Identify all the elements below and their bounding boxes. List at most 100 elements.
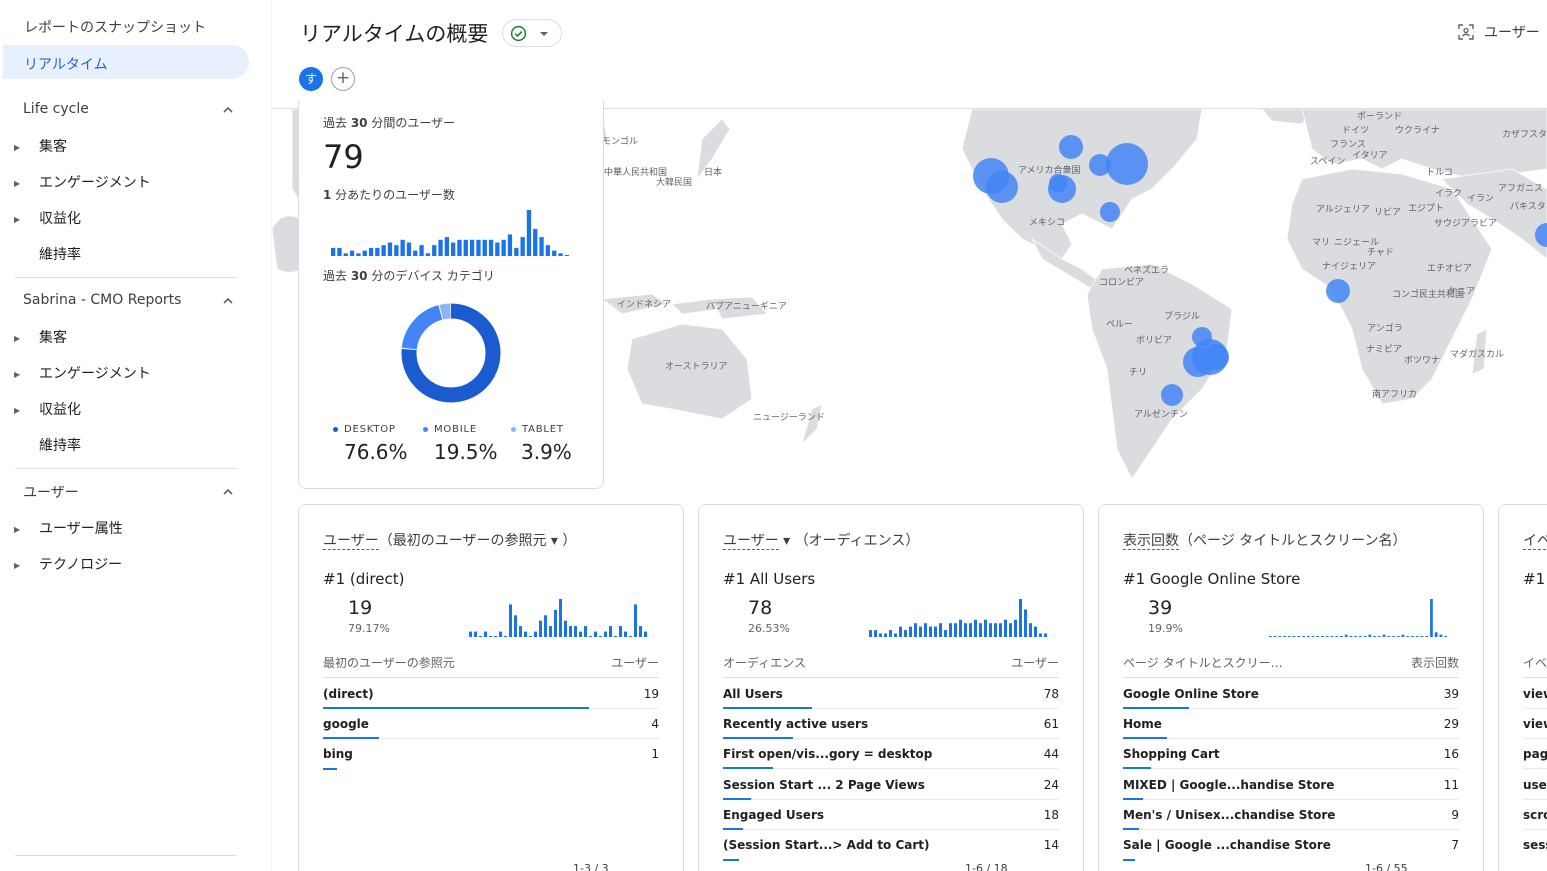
table-row[interactable]: Session Start ... 2 Page Views 24 <box>723 770 1059 800</box>
bar-mark <box>624 631 627 637</box>
bar-mark <box>1359 636 1362 637</box>
bar-mark <box>349 250 355 256</box>
bar-mark <box>919 626 922 637</box>
table-row[interactable]: Home 29 <box>1123 709 1459 739</box>
caret-right-icon: ▶ <box>14 214 21 224</box>
pagination[interactable]: 1-6 / 55 <box>1365 862 1408 871</box>
table-row[interactable]: google 4 <box>323 709 659 739</box>
check-circle-icon <box>510 25 527 42</box>
bar-mark <box>1392 636 1395 637</box>
bar-mark <box>1373 636 1376 637</box>
bar-mark <box>959 619 962 637</box>
bar-mark <box>1283 636 1286 637</box>
table-row[interactable]: Google Online Store 39 <box>1123 679 1459 709</box>
table-row[interactable]: view <box>1523 679 1547 709</box>
table-row[interactable]: page <box>1523 739 1547 769</box>
table-row[interactable]: scro <box>1523 800 1547 830</box>
bar-mark <box>574 626 577 637</box>
chevron-up-icon[interactable] <box>220 102 236 118</box>
table-row[interactable]: Shopping Cart 16 <box>1123 739 1459 769</box>
sidebar-item-report-snapshot[interactable]: レポートのスナップショット <box>24 17 206 37</box>
table-row[interactable]: (Session Start...> Add to Cart) 14 <box>723 830 1059 861</box>
table-row[interactable]: (direct) 19 <box>323 679 659 709</box>
table-row[interactable]: Men's / Unisex...chandise Store 9 <box>1123 800 1459 830</box>
bar-mark <box>444 237 449 256</box>
sidebar-item-engagement[interactable]: ▶ エンゲージメント <box>14 172 151 192</box>
bar-mark <box>501 239 506 256</box>
bar-mark <box>432 245 437 256</box>
pagination[interactable]: 1-6 / 18 <box>965 862 1008 871</box>
bar-mark <box>1349 636 1353 637</box>
bar-mark <box>1004 619 1007 637</box>
sidebar-item-retention[interactable]: 維持率 <box>39 244 81 264</box>
bar-mark <box>495 242 500 256</box>
card-title[interactable]: ユーザー（最初のユーザーの参照元 ▾ ） <box>323 530 576 550</box>
table-row[interactable]: sess <box>1523 830 1547 860</box>
table-row[interactable]: bing 1 <box>323 739 659 770</box>
sidebar-item-tech[interactable]: ▶ テクノロジー <box>14 554 122 574</box>
sidebar-item-retention[interactable]: 維持率 <box>39 435 81 455</box>
bar-mark <box>419 245 424 256</box>
table-row[interactable]: Recently active users 61 <box>723 709 1059 739</box>
bar-mark <box>899 626 902 637</box>
users-30min-label: 過去 30 分間のユーザー <box>323 116 456 130</box>
table-row[interactable]: view <box>1523 709 1547 739</box>
sidebar-item-monetization[interactable]: ▶ 収益化 <box>14 399 81 419</box>
caret-right-icon: ▶ <box>14 142 21 152</box>
card-top-value: 78 <box>748 597 773 619</box>
bar-mark <box>1044 633 1047 637</box>
chevron-up-icon[interactable] <box>220 293 236 309</box>
bar-mark <box>469 239 475 256</box>
sidebar-item-acquisition[interactable]: ▶ 集客 <box>14 136 67 156</box>
bar-mark <box>489 636 492 637</box>
card-top-item: #1 (direct) <box>323 570 405 588</box>
bar-mark <box>1302 636 1305 637</box>
bar-mark <box>539 620 542 637</box>
sidebar-section-cmo-reports[interactable]: Sabrina - CMO Reports <box>23 292 181 308</box>
sidebar: レポートのスナップショット リアルタイム Life cycle ▶ 集客 ▶ エンゲ… <box>0 0 272 871</box>
bar-mark <box>869 630 872 637</box>
bar-mark <box>569 626 572 637</box>
tablet-share: 3.9% <box>521 440 572 464</box>
sidebar-item-demographics[interactable]: ▶ ユーザー属性 <box>14 518 123 538</box>
bar-mark <box>488 239 494 256</box>
caret-right-icon: ▶ <box>14 524 21 534</box>
bar-mark <box>1396 636 1400 637</box>
status-dropdown[interactable] <box>502 19 562 47</box>
sidebar-item-monetization[interactable]: ▶ 収益化 <box>14 208 81 228</box>
table-row[interactable]: user <box>1523 770 1547 800</box>
bar-mark <box>1340 636 1343 637</box>
bar-mark <box>476 239 481 256</box>
mobile-share: 19.5% <box>434 440 498 464</box>
card-title[interactable]: イベ <box>1523 530 1547 550</box>
card-title[interactable]: ユーザー ▾ （オーディエンス） <box>723 530 919 550</box>
card-first-user-source: ユーザー（最初のユーザーの参照元 ▾ ） #1 (direct) 19 79.1… <box>298 504 684 871</box>
bar-mark <box>1330 636 1334 637</box>
card-title[interactable]: 表示回数（ページ タイトルとスクリーン名） <box>1123 530 1406 550</box>
user-snapshot-icon <box>1458 24 1474 40</box>
bar-mark <box>425 253 430 256</box>
sidebar-item-engagement[interactable]: ▶ エンゲージメント <box>14 363 151 383</box>
legend-mobile: MOBILE <box>423 424 477 435</box>
user-snapshot-button[interactable]: ユーザー <box>1458 22 1540 42</box>
sidebar-section-lifecycle[interactable]: Life cycle <box>23 101 89 117</box>
pagination[interactable]: 1-3 / 3 <box>573 862 609 871</box>
bar-mark <box>1382 634 1386 637</box>
bar-mark <box>1024 609 1027 637</box>
users-per-minute-chart <box>331 210 569 256</box>
sidebar-item-acquisition[interactable]: ▶ 集客 <box>14 327 67 347</box>
table-row[interactable]: MIXED | Google...handise Store 11 <box>1123 770 1459 800</box>
table-row[interactable]: All Users 78 <box>723 679 1059 709</box>
add-comparison-button[interactable]: + <box>331 67 355 91</box>
table-row[interactable]: First open/vis...gory = desktop 44 <box>723 739 1059 769</box>
table-row[interactable]: Sale | Google ...chandise Store 7 <box>1123 830 1459 861</box>
sidebar-item-realtime[interactable]: リアルタイム <box>3 45 249 79</box>
bar-mark <box>559 599 562 637</box>
avatar[interactable]: す <box>299 67 323 91</box>
table-row[interactable]: Engaged Users 18 <box>723 800 1059 830</box>
bar-mark <box>949 623 952 637</box>
sidebar-section-user[interactable]: ユーザー <box>23 482 79 502</box>
bar-mark <box>994 623 997 637</box>
bar-mark <box>469 631 472 637</box>
chevron-up-icon[interactable] <box>220 484 236 500</box>
